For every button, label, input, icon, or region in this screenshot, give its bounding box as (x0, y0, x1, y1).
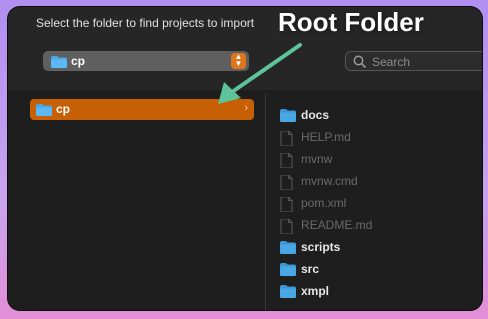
annotation-arrow (218, 43, 302, 104)
annotation-label: Root Folder (278, 7, 424, 37)
